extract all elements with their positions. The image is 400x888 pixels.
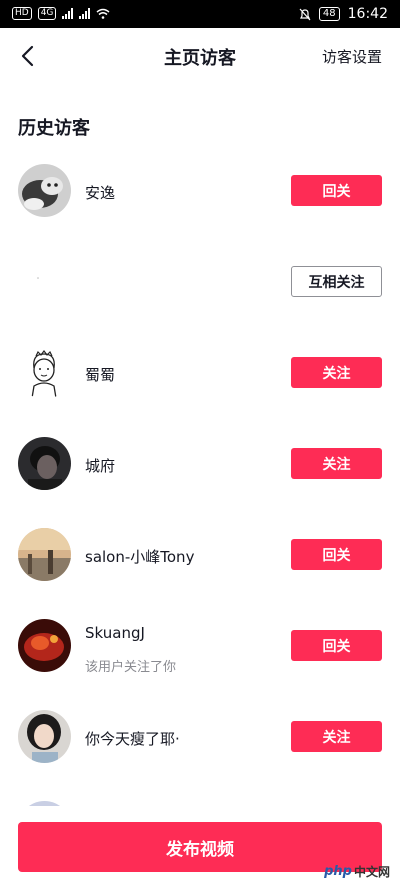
mute-bell-icon [299,8,311,20]
avatar[interactable] [18,437,71,490]
hd-badge: HD [12,7,32,20]
visitor-name: 你今天瘦了耶· [85,730,180,748]
visitor-row[interactable]: 互相关注 [0,236,400,327]
visitor-subtitle: 该用户关注了你 [85,660,177,675]
mutual-follow-button[interactable]: 互相关注 [291,266,382,297]
visitor-name: SkuangJ [85,624,145,642]
header: 主页访客 访客设置 [0,28,400,84]
status-left: HD 4G [12,7,110,20]
section-title-history: 历史访客 [18,118,90,139]
status-right: 48 16:42 [299,6,388,22]
follow-back-button[interactable]: 回关 [291,175,382,206]
avatar[interactable] [18,164,71,217]
watermark: php 中文网 [324,863,390,880]
avatar[interactable] [18,710,71,763]
visitor-row[interactable]: 蜀蜀 关注 [0,327,400,418]
follow-button[interactable]: 关注 [291,721,382,752]
avatar[interactable] [18,619,71,672]
visitor-settings-link[interactable]: 访客设置 [322,46,382,67]
watermark-logo: php [324,864,352,879]
visitor-row[interactable]: SkuangJ 该用户关注了你 回关 [0,600,400,691]
visitor-row[interactable]: salon-小峰Tony 回关 [0,509,400,600]
follow-button[interactable]: 关注 [291,448,382,479]
visitor-name: salon-小峰Tony [85,548,195,566]
visitor-row[interactable]: 你今天瘦了耶· 关注 [0,691,400,782]
visitor-row[interactable]: 城府 关注 [0,418,400,509]
follow-back-button[interactable]: 回关 [291,630,382,661]
network-badge: 4G [37,7,57,20]
signal-icon [62,8,74,19]
visitor-name: 城府 [85,457,116,475]
bottom-bar: 发布视频 php 中文网 [0,806,400,888]
avatar[interactable] [18,255,71,308]
avatar[interactable] [18,346,71,399]
watermark-text: 中文网 [353,865,390,879]
status-bar: HD 4G 48 16:42 [0,0,400,28]
signal-icon-2 [79,8,91,19]
visitor-name: 蜀蜀 [85,366,116,384]
follow-back-button[interactable]: 回关 [291,539,382,570]
status-time: 16:42 [347,6,388,22]
visitor-row[interactable]: 安逸 回关 [0,145,400,236]
follow-button[interactable]: 关注 [291,357,382,388]
avatar[interactable] [18,528,71,581]
wifi-icon [96,8,110,19]
battery-indicator: 48 [318,7,340,21]
visitor-name: 安逸 [85,184,116,202]
